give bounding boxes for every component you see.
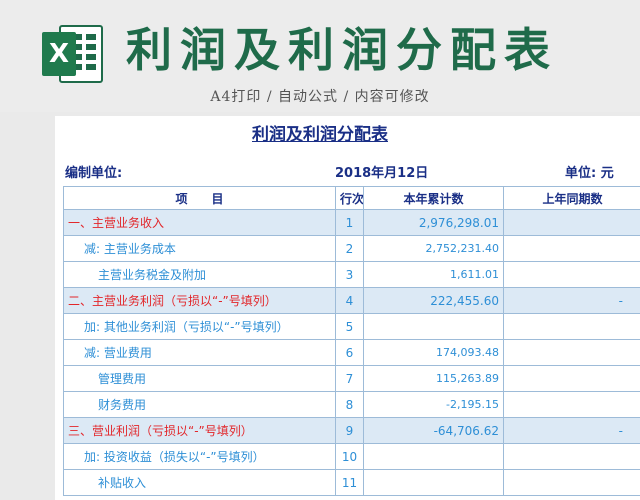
row-item-cell[interactable]: 减: 营业费用 (63, 339, 336, 366)
row-previous-cell[interactable]: - (503, 417, 640, 444)
template-banner: X 利润及利润分配表 A4打印 / 自动公式 / 内容可修改 (0, 0, 640, 112)
row-line-cell[interactable]: 7 (335, 365, 364, 392)
currency-label: 单位: 元 (565, 166, 614, 181)
row-line-cell[interactable]: 11 (335, 469, 364, 496)
row-current-cell[interactable] (363, 313, 504, 340)
table-row: 加: 其他业务利润（亏损以“-”号填列） 5 (63, 313, 640, 340)
row-current-cell[interactable]: -64,706.62 (363, 417, 504, 444)
col-header-previous: 上年同期数 (503, 186, 640, 210)
table-row: 减: 营业费用 6 174,093.48 (63, 339, 640, 366)
row-current-cell[interactable]: 2,752,231.40 (363, 235, 504, 262)
table-row: 减: 主营业务成本 2 2,752,231.40 (63, 235, 640, 262)
row-current-cell[interactable] (363, 469, 504, 496)
banner-title: 利润及利润分配表 (126, 23, 558, 77)
unit-label: 编制单位: (65, 166, 123, 181)
table-row: 三、营业利润（亏损以“-”号填列） 9 -64,706.62- (63, 417, 640, 444)
sheet-title: 利润及利润分配表 (252, 125, 388, 145)
banner-subtitle: A4打印 / 自动公式 / 内容可修改 (210, 89, 430, 105)
row-item-cell[interactable]: 财务费用 (63, 391, 336, 418)
row-item-cell[interactable]: 补贴收入 (63, 469, 336, 496)
row-line-cell[interactable]: 6 (335, 339, 364, 366)
row-previous-cell[interactable] (503, 469, 640, 496)
spreadsheet: 利润及利润分配表 编制单位: 2018年月12日 单位: 元 项 目 行次 本年… (55, 116, 640, 500)
table-row: 二、主营业务利润（亏损以“-”号填列） 4 222,455.60- (63, 287, 640, 314)
row-item-cell[interactable]: 减: 主营业务成本 (63, 235, 336, 262)
row-previous-cell[interactable] (503, 209, 640, 236)
col-header-item: 项 目 (63, 186, 336, 210)
row-previous-cell[interactable] (503, 261, 640, 288)
row-previous-cell[interactable] (503, 391, 640, 418)
report-date[interactable]: 2018年月12日 (335, 162, 428, 181)
table-row: 补贴收入 11 (63, 469, 640, 496)
col-header-current: 本年累计数 (363, 186, 504, 210)
row-item-cell[interactable]: 三、营业利润（亏损以“-”号填列） (63, 417, 336, 444)
table-row: 一、主营业务收入 1 2,976,298.01 (63, 209, 640, 236)
row-line-cell[interactable]: 10 (335, 443, 364, 470)
row-item-cell[interactable]: 管理费用 (63, 365, 336, 392)
row-current-cell[interactable] (363, 443, 504, 470)
table-row: 加: 投资收益（损失以“-”号填列） 10 (63, 443, 640, 470)
row-item-cell[interactable]: 加: 其他业务利润（亏损以“-”号填列） (63, 313, 336, 340)
header-row: 项 目 行次 本年累计数 上年同期数 (63, 186, 640, 210)
row-previous-cell[interactable]: - (503, 287, 640, 314)
row-previous-cell[interactable] (503, 339, 640, 366)
row-previous-cell[interactable] (503, 443, 640, 470)
row-current-cell[interactable]: 222,455.60 (363, 287, 504, 314)
row-item-cell[interactable]: 加: 投资收益（损失以“-”号填列） (63, 443, 336, 470)
row-line-cell[interactable]: 4 (335, 287, 364, 314)
table-row: 主营业务税金及附加 3 1,611.01 (63, 261, 640, 288)
profit-table: 项 目 行次 本年累计数 上年同期数 一、主营业务收入 1 2,976,298.01… (63, 186, 640, 496)
row-line-cell[interactable]: 1 (335, 209, 364, 236)
row-previous-cell[interactable] (503, 365, 640, 392)
col-header-line: 行次 (335, 186, 364, 210)
row-line-cell[interactable]: 9 (335, 417, 364, 444)
row-current-cell[interactable]: 115,263.89 (363, 365, 504, 392)
row-item-cell[interactable]: 一、主营业务收入 (63, 209, 336, 236)
row-previous-cell[interactable] (503, 313, 640, 340)
row-current-cell[interactable]: 2,976,298.01 (363, 209, 504, 236)
svg-text:X: X (49, 39, 69, 69)
table-row: 财务费用 8 -2,195.15 (63, 391, 640, 418)
row-current-cell[interactable]: -2,195.15 (363, 391, 504, 418)
table-row: 管理费用 7 115,263.89 (63, 365, 640, 392)
row-current-cell[interactable]: 174,093.48 (363, 339, 504, 366)
row-line-cell[interactable]: 2 (335, 235, 364, 262)
row-line-cell[interactable]: 5 (335, 313, 364, 340)
excel-icon: X (42, 25, 103, 83)
row-previous-cell[interactable] (503, 235, 640, 262)
row-item-cell[interactable]: 二、主营业务利润（亏损以“-”号填列） (63, 287, 336, 314)
row-item-cell[interactable]: 主营业务税金及附加 (63, 261, 336, 288)
row-current-cell[interactable]: 1,611.01 (363, 261, 504, 288)
row-line-cell[interactable]: 3 (335, 261, 364, 288)
row-line-cell[interactable]: 8 (335, 391, 364, 418)
